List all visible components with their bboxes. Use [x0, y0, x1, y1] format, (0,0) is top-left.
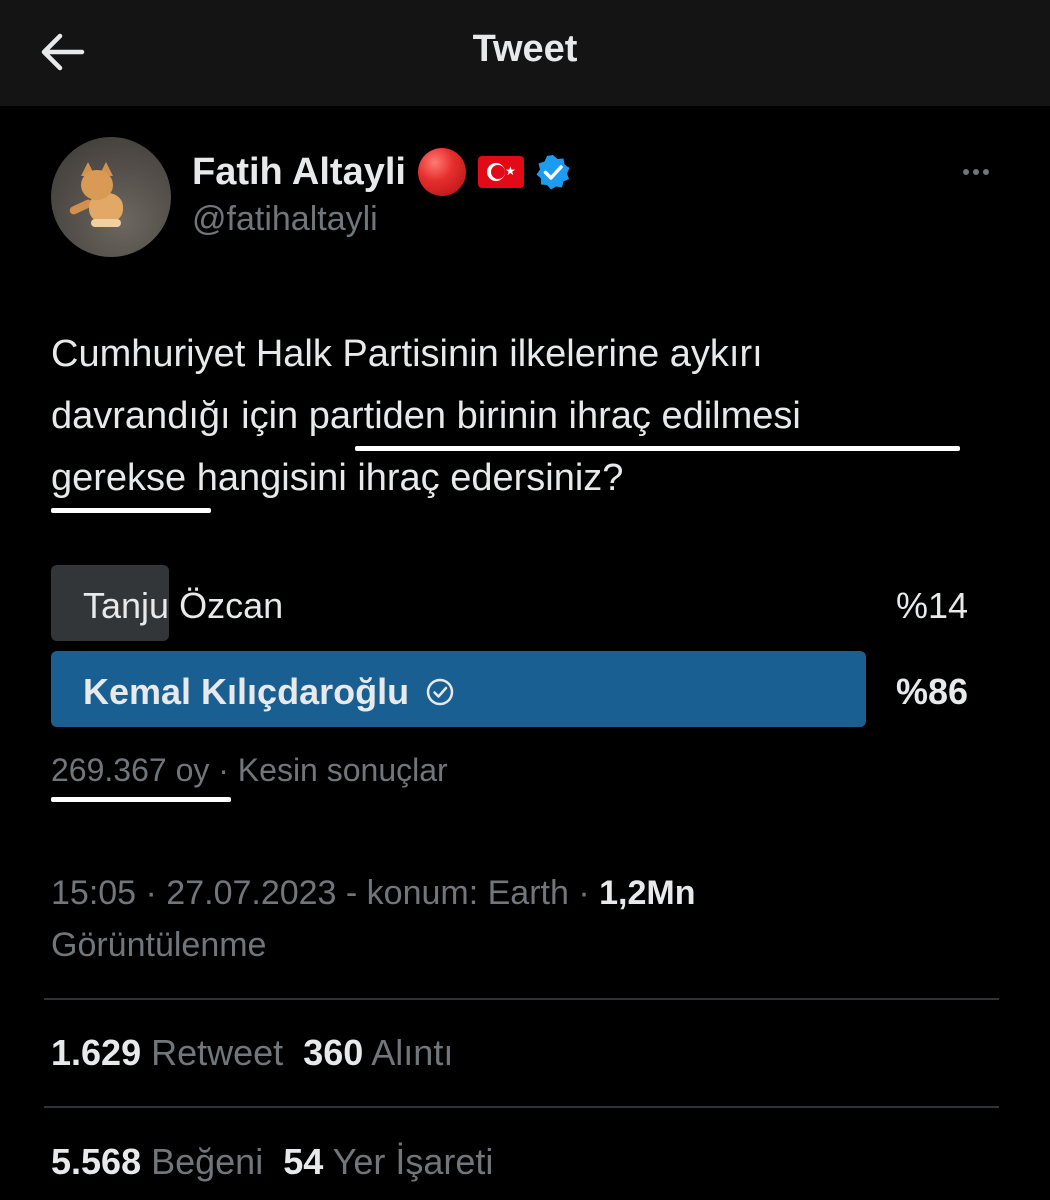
divider [44, 1106, 999, 1108]
more-options-button[interactable] [952, 156, 1000, 188]
poll-option-label: Tanju Özcan [83, 585, 284, 626]
tweet-text-line-3: gerekse hangisini ihraç edersiniz? [51, 457, 624, 499]
likes-stat[interactable]: 5.568 Beğeni [51, 1141, 263, 1182]
tweet-text-line-1: Cumhuriyet Halk Partisinin ilkelerine ay… [51, 333, 763, 375]
vote-count[interactable]: 269.367 oy [51, 752, 209, 788]
underline-mark [51, 508, 211, 513]
retweets-stat[interactable]: 1.629 Retweet [51, 1032, 283, 1073]
tweet-timestamp-row: 15:05 · 27.07.2023 - konum: Earth · 1,2M… [51, 874, 695, 913]
more-options-icon [963, 169, 969, 175]
poll-option: Tanju Özcan %14 [51, 565, 968, 641]
verified-badge-icon [534, 153, 572, 191]
turkey-flag-emoji: ★ [477, 156, 524, 188]
tweet-text-line-2: davrandığı için partiden birinin ihraç e… [51, 395, 801, 437]
quotes-stat[interactable]: 360 Alıntı [303, 1032, 453, 1073]
stats-row-1: 1.629 Retweet 360 Alıntı [51, 1032, 453, 1074]
divider [44, 998, 999, 1000]
page-title: Tweet [472, 28, 578, 70]
poll-vote-info: 269.367 oy · Kesin sonuçlar [51, 752, 448, 788]
red-circle-emoji [417, 148, 466, 196]
avatar[interactable] [51, 137, 171, 257]
tweet-text: Cumhuriyet Halk Partisinin ilkelerine ay… [51, 323, 1001, 509]
author-handle[interactable]: @fatihaltayli [192, 200, 378, 239]
views-label: Görüntülenme [51, 926, 267, 964]
tweet-timestamp[interactable]: 15:05 · 27.07.2023 - konum: Earth · [51, 874, 599, 912]
views-count: 1,2Mn [599, 874, 696, 912]
top-bar: Tweet [0, 0, 1050, 106]
poll-option-winner: Kemal Kılıçdaroğlu %86 [51, 651, 968, 727]
author-name-row[interactable]: Fatih Altayli ★ [192, 148, 572, 196]
underlined-phrase-1: partiden birinin ihraç edilmesi [308, 395, 801, 437]
poll-option-label: Kemal Kılıçdaroğlu [83, 671, 455, 713]
stats-row-2: 5.568 Beğeni 54 Yer İşareti [51, 1141, 493, 1183]
underline-mark [355, 446, 960, 451]
bookmarks-stat[interactable]: 54 Yer İşareti [283, 1141, 493, 1182]
underline-mark [51, 797, 231, 802]
underlined-phrase-2: gerekse [51, 457, 187, 499]
poll-option-percent: %14 [895, 585, 968, 626]
poll-option-percent: %86 [895, 671, 968, 712]
author-display-name[interactable]: Fatih Altayli [192, 151, 406, 194]
poll-status: Kesin sonuçlar [237, 752, 448, 788]
check-circle-icon [425, 677, 455, 707]
